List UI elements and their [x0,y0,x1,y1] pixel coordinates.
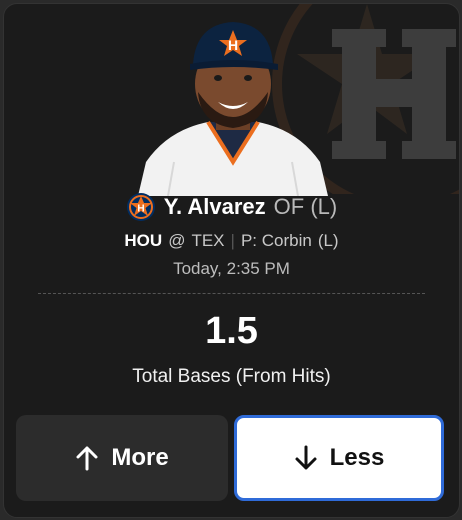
dashed-divider [38,293,425,294]
projection-stat-label: Total Bases (From Hits) [132,366,331,387]
projection-card: H H Y. Alvarez OF (L) HOU @ TEX | P: Cor… [3,3,460,518]
opposing-pitcher: P: Corbin [240,231,312,250]
player-position: OF (L) [273,194,338,219]
more-button-label: More [111,444,169,471]
svg-text:H: H [137,204,144,215]
matchup-info: HOU @ TEX | P: Corbin (L) [4,228,459,254]
projection-line-value: 1.5 [205,310,258,352]
more-button[interactable]: More [16,415,228,501]
opponent-abbrev: TEX [191,231,225,250]
at-symbol: @ [168,231,186,250]
arrow-down-icon [295,445,317,470]
player-name-row: H Y. Alvarez OF (L) [4,190,459,224]
less-button-label: Less [329,444,385,471]
pitcher-hand: (L) [317,231,339,250]
astros-logo-icon: H [126,193,155,221]
svg-text:H: H [228,37,238,53]
game-time: Today, 2:35 PM [173,259,290,278]
team-abbrev: HOU [124,231,163,250]
matchup-separator: | [230,231,235,250]
arrow-up-icon [76,446,98,471]
less-button[interactable]: Less [234,415,444,501]
player-name: Y. Alvarez [163,194,266,219]
player-photo: H [138,22,328,196]
